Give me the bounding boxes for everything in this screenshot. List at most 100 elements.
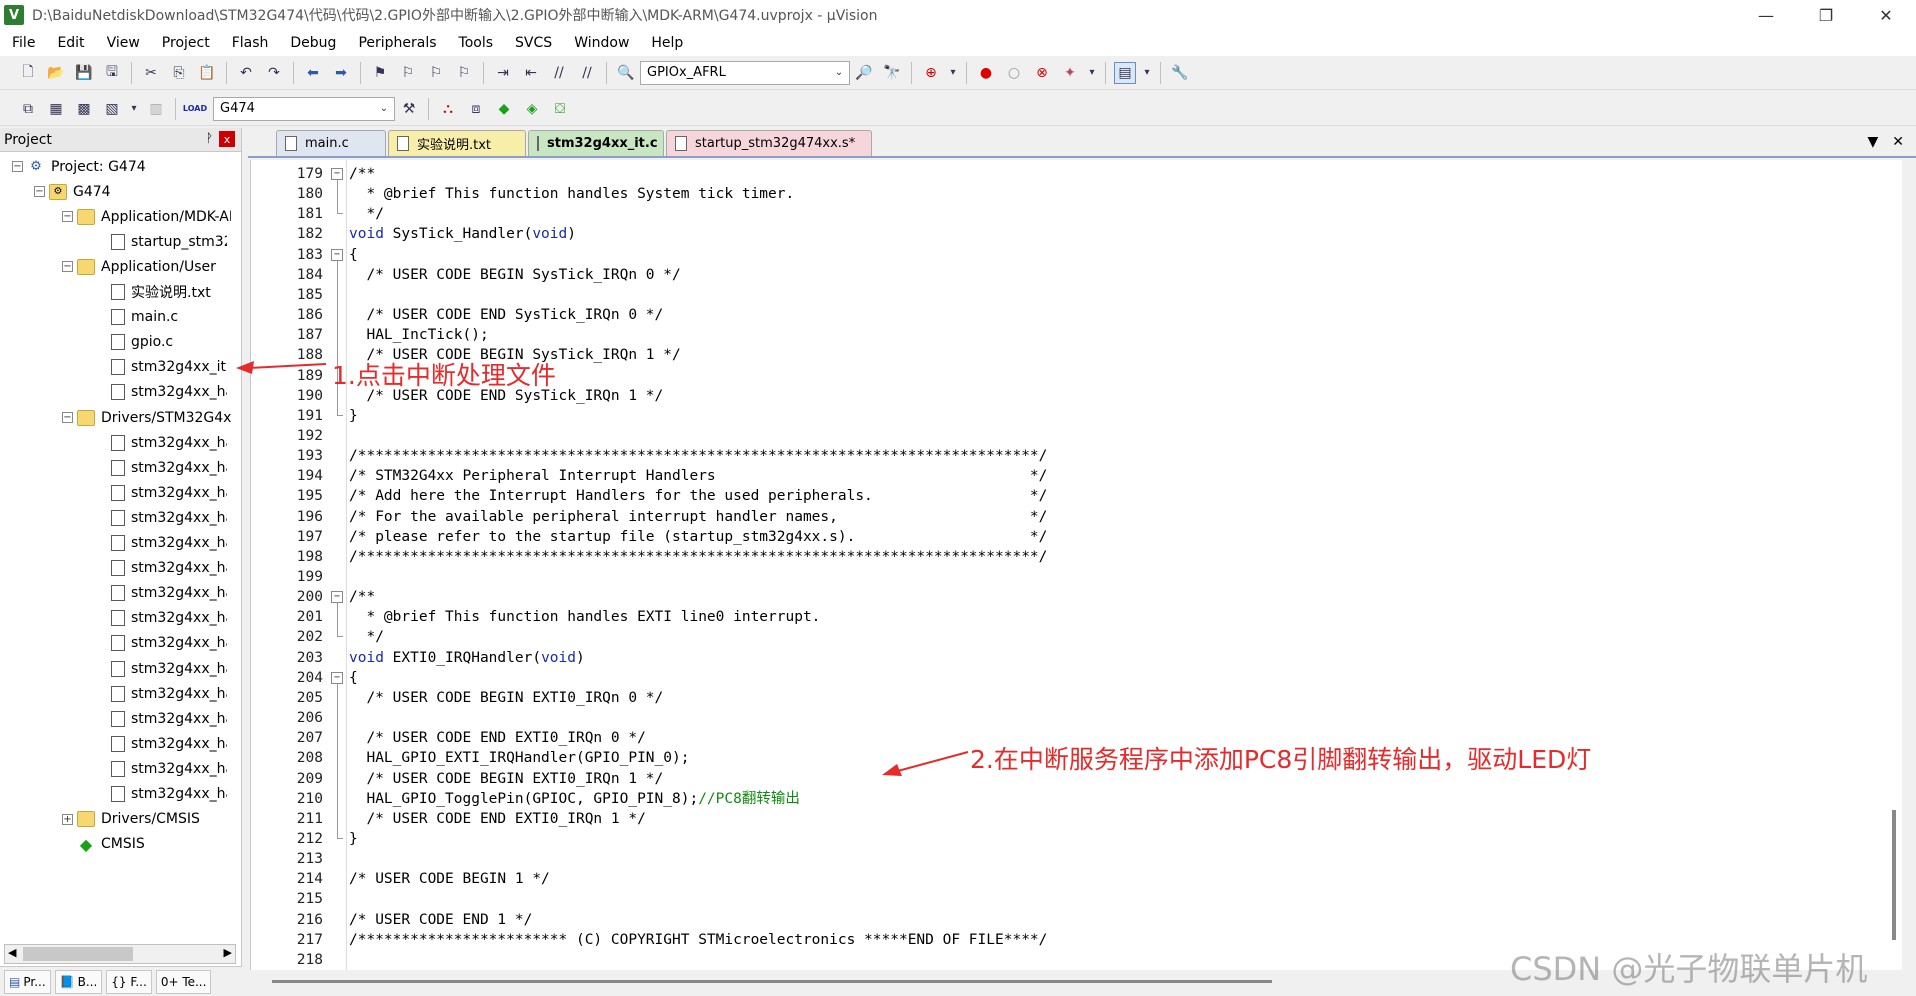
tree-item[interactable]: − Application/User: [62, 254, 216, 279]
fold-collapse-icon[interactable]: −: [331, 671, 343, 684]
code-line[interactable]: 195 /* Add here the Interrupt Handlers fo…: [251, 486, 1901, 506]
tab-functions[interactable]: {} F...: [106, 969, 152, 994]
find-combo[interactable]: GPIOx_AFRL ⌄: [640, 60, 850, 85]
tree-horizontal-scrollbar[interactable]: ◀ ▶: [4, 944, 236, 964]
code-line[interactable]: 183−{: [251, 245, 1901, 265]
tree-item[interactable]: − Application/MDK-ARM: [62, 204, 231, 229]
scroll-thumb[interactable]: [272, 980, 1272, 983]
prev-bookmark-icon[interactable]: ⚐: [397, 62, 419, 84]
chevron-down-icon[interactable]: ⌄: [831, 64, 847, 82]
code-line[interactable]: 184 /* USER CODE BEGIN SysTick_IRQn 0 */: [251, 265, 1901, 285]
bookmark-icon[interactable]: ⚑: [369, 62, 391, 84]
menu-file[interactable]: File: [0, 35, 45, 51]
event-recorder-icon[interactable]: ⛋: [549, 98, 571, 120]
breakpoint-icon[interactable]: ●: [975, 62, 997, 84]
code-line[interactable]: 211 /* USER CODE END EXTI0_IRQn 1 */: [251, 809, 1901, 829]
code-line[interactable]: 205 /* USER CODE BEGIN EXTI0_IRQn 0 */: [251, 688, 1901, 708]
stop-build-icon[interactable]: ▥: [145, 98, 167, 120]
debug-session-icon[interactable]: ⊕: [920, 62, 942, 84]
code-line[interactable]: 197 /* please refer to the startup file (…: [251, 527, 1901, 547]
collapse-icon[interactable]: −: [62, 261, 73, 273]
editor-tab[interactable]: startup_stm32g474xx.s*: [666, 130, 872, 156]
minimize-button[interactable]: —: [1736, 0, 1796, 30]
code-line[interactable]: 196 /* For the available peripheral inter…: [251, 507, 1901, 527]
menu-flash[interactable]: Flash: [220, 35, 279, 51]
tree-item[interactable]: stm32g4xx_hal_dma_ex.c: [96, 706, 227, 731]
uncomment-icon[interactable]: ∕∕: [576, 62, 598, 84]
collapse-icon[interactable]: −: [62, 412, 73, 423]
scroll-right-icon[interactable]: ▶: [224, 946, 232, 959]
chevron-down-icon[interactable]: ▾: [948, 62, 958, 84]
find-in-files-icon[interactable]: 🔎: [853, 62, 875, 84]
unindent-icon[interactable]: ⇤: [520, 62, 542, 84]
menu-peripherals[interactable]: Peripherals: [346, 35, 446, 51]
code-line[interactable]: 192: [251, 426, 1901, 446]
code-line[interactable]: 213: [251, 849, 1901, 869]
incremental-find-icon[interactable]: 🔭: [881, 62, 903, 84]
editor-tab[interactable]: 实验说明.txt: [388, 130, 526, 156]
batch-build-icon[interactable]: ▧: [101, 98, 123, 120]
tree-item[interactable]: stm32g4xx_hal_rcc.c: [96, 531, 227, 556]
code-line[interactable]: 202 */: [251, 627, 1901, 647]
tree-item[interactable]: stm32g4xx_hal_pwr.c: [96, 731, 227, 756]
tree-item[interactable]: gpio.c: [96, 330, 173, 355]
code-editor[interactable]: 179−/** 180 * @brief This function handle…: [250, 160, 1902, 970]
save-all-icon[interactable]: 🖫: [101, 62, 123, 84]
redo-icon[interactable]: ↷: [263, 62, 285, 84]
tree-item[interactable]: stm32g4xx_it.c: [96, 355, 227, 380]
next-bookmark-icon[interactable]: ⚐: [425, 62, 447, 84]
tab-list-icon[interactable]: ▼: [1867, 134, 1878, 150]
manage-project-items-icon[interactable]: ⛬: [437, 98, 459, 120]
tree-item[interactable]: stm32g4xx_hal_msp.c: [96, 380, 227, 405]
fold-collapse-icon[interactable]: −: [331, 248, 343, 261]
code-line[interactable]: 206: [251, 708, 1901, 728]
indent-icon[interactable]: ⇥: [492, 62, 514, 84]
collapse-icon[interactable]: −: [12, 161, 23, 172]
code-line[interactable]: 210 HAL_GPIO_TogglePin(GPIOC, GPIO_PIN_8…: [251, 789, 1901, 809]
code-line[interactable]: 191}: [251, 406, 1901, 426]
code-line[interactable]: 203 void EXTI0_IRQHandler(void): [251, 648, 1901, 668]
pin-icon[interactable]: ᚹ: [206, 131, 213, 145]
chevron-down-icon[interactable]: ▾: [129, 98, 139, 120]
paste-icon[interactable]: 📋: [196, 62, 218, 84]
tree-item[interactable]: stm32g4xx_hal_tim_ex.c: [96, 480, 227, 505]
code-line[interactable]: 204−{: [251, 668, 1901, 688]
collapse-icon[interactable]: −: [34, 186, 45, 198]
save-icon[interactable]: 💾: [73, 62, 95, 84]
rebuild-icon[interactable]: ▩: [73, 98, 95, 120]
open-folder-icon[interactable]: 📂: [45, 62, 67, 84]
disable-breakpoint-icon[interactable]: ○: [1003, 62, 1025, 84]
code-line[interactable]: 201 * @brief This function handles EXTI …: [251, 607, 1901, 627]
menu-window[interactable]: Window: [562, 35, 639, 51]
menu-view[interactable]: View: [95, 35, 150, 51]
tree-item[interactable]: stm32g4xx_hal_flash.c: [96, 581, 227, 606]
tree-item[interactable]: main.c: [96, 305, 178, 330]
configure-tools-icon[interactable]: 🔧: [1169, 62, 1191, 84]
code-line[interactable]: 212}: [251, 829, 1901, 849]
window-layout-icon[interactable]: ▤: [1114, 61, 1136, 84]
code-line[interactable]: 180 * @brief This function handles Syste…: [251, 184, 1901, 204]
pack-installer-icon[interactable]: ◈: [521, 98, 543, 120]
scroll-thumb[interactable]: [23, 947, 133, 961]
code-line[interactable]: 186 /* USER CODE END SysTick_IRQn 0 */: [251, 305, 1901, 325]
comment-icon[interactable]: //: [548, 62, 570, 84]
editor-tab[interactable]: main.c: [276, 130, 386, 156]
tree-item[interactable]: − ⚙ G474: [34, 179, 111, 204]
tree-item[interactable]: stm32g4xx_hal_flash_ramfunc.c: [96, 631, 227, 656]
code-line[interactable]: 200−/**: [251, 587, 1901, 607]
code-line[interactable]: 182 void SysTick_Handler(void): [251, 224, 1901, 244]
tree-item[interactable]: 实验说明.txt: [96, 280, 211, 305]
tree-item[interactable]: + Drivers/CMSIS: [62, 807, 200, 832]
tree-item[interactable]: stm32g4xx_hal_pwr_ex.c: [96, 756, 227, 781]
code-line[interactable]: 179−/**: [251, 164, 1901, 184]
manage-rte-icon[interactable]: ◆: [493, 98, 515, 120]
select-packs-icon[interactable]: ⧈: [465, 98, 487, 120]
new-file-icon[interactable]: 🗋: [17, 62, 39, 84]
tab-templates[interactable]: 0+ Te...: [155, 969, 212, 994]
target-combo[interactable]: G474 ⌄: [213, 96, 395, 121]
collapse-icon[interactable]: −: [62, 211, 73, 223]
tree-item[interactable]: ◆ CMSIS: [62, 832, 145, 857]
chevron-down-icon[interactable]: ▾: [1142, 62, 1152, 84]
code-line[interactable]: 216 /* USER CODE END 1 */: [251, 910, 1901, 930]
code-line[interactable]: 185: [251, 285, 1901, 305]
